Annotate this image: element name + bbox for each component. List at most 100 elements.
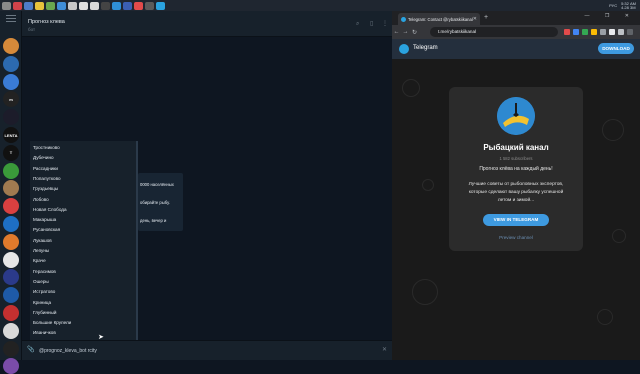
taskbar-app-icon[interactable] bbox=[24, 1, 33, 10]
extension-icon[interactable] bbox=[564, 29, 570, 35]
dropdown-item[interactable]: Иваничков bbox=[33, 330, 56, 335]
back-icon[interactable]: ← bbox=[392, 29, 401, 35]
taskbar-app-icon[interactable] bbox=[68, 1, 77, 10]
extension-icon[interactable] bbox=[618, 29, 624, 35]
dropdown-item[interactable]: Тростниково bbox=[33, 145, 60, 150]
window-controls[interactable]: — ❐ ✕ bbox=[585, 13, 636, 19]
dropdown-item[interactable]: Большие Крупели bbox=[33, 320, 71, 325]
columns-icon[interactable]: ▯ bbox=[370, 21, 377, 27]
taskbar-app-icon[interactable] bbox=[2, 1, 11, 10]
dropdown-item[interactable]: Лепуны bbox=[33, 248, 49, 253]
taskbar bbox=[0, 0, 640, 11]
chat-avatar[interactable]: LENTA bbox=[3, 127, 19, 143]
chat-avatar[interactable] bbox=[3, 180, 19, 197]
telegram-window: m LENTA T Прогноз клева бот ⌕ ▯ ⋮ 0000 нас… bbox=[0, 11, 392, 374]
taskbar-app-icon[interactable] bbox=[35, 1, 44, 10]
taskbar-app-icon[interactable] bbox=[13, 1, 22, 10]
url-input[interactable]: t.me/rybatskiikanal bbox=[430, 27, 558, 37]
channel-tagline: Прогноз клёва на каждый день! bbox=[479, 166, 553, 172]
browser-tab[interactable]: Telegram: Contact @rybatskiikanal ✕ bbox=[398, 13, 480, 25]
dropdown-item[interactable]: Лукашов bbox=[33, 238, 52, 243]
taskbar-app-icon[interactable] bbox=[112, 1, 121, 10]
dropdown-item[interactable]: Глубинный bbox=[33, 310, 56, 315]
chat-avatar[interactable] bbox=[3, 287, 19, 304]
language-indicator[interactable]: РУС bbox=[609, 3, 617, 8]
chat-avatar[interactable] bbox=[3, 251, 19, 268]
taskbar-app-icon[interactable] bbox=[90, 1, 99, 10]
channel-name: Рыбацкий канал bbox=[483, 143, 549, 152]
channel-card: Рыбацкий канал 1 582 subscribers Прогноз… bbox=[449, 87, 583, 251]
dropdown-item[interactable]: Дубечино bbox=[33, 155, 54, 160]
view-in-telegram-button[interactable]: VIEW IN TELEGRAM bbox=[483, 214, 549, 226]
message-input-bar[interactable]: 📎 @prognoz_kleva_bot rcity ✕ bbox=[22, 340, 392, 360]
taskbar-app-icon[interactable] bbox=[156, 1, 165, 10]
extension-icon[interactable] bbox=[573, 29, 579, 35]
telegram-logo-icon bbox=[399, 44, 409, 54]
taskbar-app-icon[interactable] bbox=[57, 1, 66, 10]
extension-icon[interactable] bbox=[600, 29, 606, 35]
fishing-logo-icon bbox=[497, 97, 535, 135]
chat-avatar[interactable] bbox=[3, 340, 19, 357]
tab-title: Telegram: Contact @rybatskiikanal bbox=[408, 16, 473, 22]
taskbar-app-icon[interactable] bbox=[123, 1, 132, 10]
channel-avatar bbox=[497, 97, 535, 135]
dropdown-item[interactable]: Русановская bbox=[33, 227, 60, 232]
dropdown-item[interactable]: Криница bbox=[33, 300, 51, 305]
preview-channel-link[interactable]: Preview channel bbox=[449, 235, 583, 240]
inline-results-dropdown[interactable]: Тростниково Дубечино Рассадники Попалутково… bbox=[30, 141, 138, 351]
taskbar-app-icon[interactable] bbox=[79, 1, 88, 10]
dropdown-item[interactable]: Груздьевцы bbox=[33, 186, 58, 191]
message-input[interactable]: @prognoz_kleva_bot rcity bbox=[39, 348, 97, 354]
channel-description-line: которые сделают вашу рыбалку успешной bbox=[468, 190, 564, 195]
chat-header[interactable]: Прогноз клева бот ⌕ ▯ ⋮ bbox=[22, 11, 392, 37]
chat-avatar[interactable] bbox=[3, 233, 19, 250]
dropdown-item[interactable]: Герасимов bbox=[33, 269, 56, 274]
bubble-line: 0000 населённых bbox=[140, 182, 174, 187]
menu-icon[interactable] bbox=[6, 15, 16, 23]
dropdown-item[interactable]: Попалутково bbox=[33, 176, 61, 181]
chat-avatar[interactable] bbox=[3, 73, 19, 90]
chat-avatar[interactable] bbox=[3, 216, 19, 232]
extension-icon[interactable] bbox=[627, 29, 633, 35]
taskbar-app-icon[interactable] bbox=[134, 1, 143, 10]
chat-avatar[interactable] bbox=[3, 305, 19, 321]
chat-avatar[interactable]: T bbox=[3, 144, 19, 161]
extension-icon[interactable] bbox=[582, 29, 588, 35]
taskbar-app-icon[interactable] bbox=[46, 1, 55, 10]
attach-icon[interactable]: 📎 bbox=[27, 346, 34, 353]
telegram-brand: Telegram bbox=[413, 45, 438, 51]
dropdown-item[interactable]: Рассадники bbox=[33, 166, 58, 171]
extension-icon[interactable] bbox=[591, 29, 597, 35]
tab-bar: Telegram: Contact @rybatskiikanal ✕ + — … bbox=[392, 11, 640, 25]
chat-avatar[interactable] bbox=[3, 109, 19, 126]
clock[interactable]: 5:32 АМ 4.28 3М bbox=[621, 1, 636, 10]
forward-icon[interactable]: → bbox=[401, 29, 410, 35]
more-icon[interactable]: ⋮ bbox=[382, 21, 389, 27]
download-button[interactable]: DOWNLOAD bbox=[598, 43, 634, 54]
chat-avatar[interactable] bbox=[3, 269, 19, 286]
chat-avatar[interactable] bbox=[3, 55, 19, 72]
dropdown-item[interactable]: Истратово bbox=[33, 289, 55, 294]
chat-avatar[interactable] bbox=[3, 162, 19, 179]
bubble-line: день, вечер и bbox=[140, 218, 167, 223]
dropdown-item[interactable]: Новая Слобода bbox=[33, 207, 67, 212]
chat-avatar[interactable] bbox=[3, 358, 19, 374]
dropdown-item[interactable]: Ошеры bbox=[33, 279, 49, 284]
browser-window: Telegram: Contact @rybatskiikanal ✕ + — … bbox=[392, 11, 640, 360]
dropdown-item[interactable]: Макарыша bbox=[33, 217, 56, 222]
search-icon[interactable]: ⌕ bbox=[356, 21, 363, 27]
taskbar-app-icon[interactable] bbox=[145, 1, 154, 10]
taskbar-app-icon[interactable] bbox=[101, 1, 110, 10]
chat-subtitle: бот bbox=[28, 27, 36, 32]
extension-icon[interactable] bbox=[609, 29, 615, 35]
chat-avatar[interactable] bbox=[3, 322, 19, 339]
dropdown-item[interactable]: Краче bbox=[33, 258, 46, 263]
dropdown-item[interactable]: Лобово bbox=[33, 197, 49, 202]
chat-avatar[interactable] bbox=[3, 38, 19, 54]
new-tab-icon[interactable]: + bbox=[484, 14, 488, 21]
reload-icon[interactable]: ↻ bbox=[410, 29, 419, 36]
chat-avatar[interactable]: m bbox=[3, 91, 19, 108]
chat-avatar[interactable] bbox=[3, 198, 19, 215]
close-tab-icon[interactable]: ✕ bbox=[473, 16, 477, 22]
clear-icon[interactable]: ✕ bbox=[382, 346, 387, 353]
